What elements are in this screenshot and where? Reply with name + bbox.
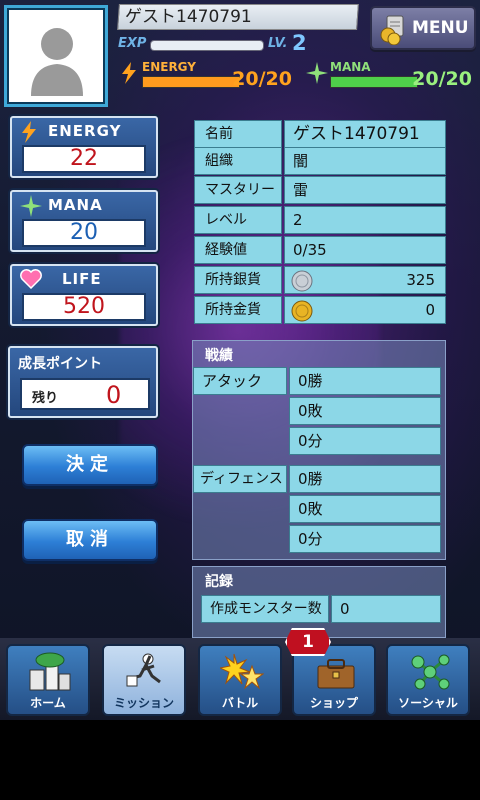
- profile-value: 雷: [284, 176, 446, 204]
- profile-value: 0/35: [284, 236, 446, 264]
- nav-battle[interactable]: バトル: [198, 644, 282, 716]
- player-name-text: ゲスト1470791: [125, 7, 252, 27]
- battle-burst-icon: [220, 653, 264, 690]
- profile-key: 名前: [194, 120, 282, 148]
- header-mana-label: MANA: [330, 60, 371, 74]
- nav-shop-label: ショップ: [309, 696, 358, 710]
- profile-value: 闇: [284, 147, 446, 175]
- social-network-icon: [411, 654, 450, 690]
- monsters-created-label: 作成モンスター数: [201, 595, 329, 623]
- mana-star-icon: [20, 195, 42, 217]
- stat-life-label: LIFE: [62, 270, 102, 288]
- energy-bolt-icon: [22, 121, 36, 143]
- nav-mission-label: ミッション: [113, 696, 174, 710]
- mana-star-icon: [306, 62, 328, 84]
- confirm-button[interactable]: 決定: [22, 444, 158, 486]
- defense-label: ディフェンス: [193, 465, 287, 493]
- header-energy: ENERGY 20/20: [118, 60, 296, 94]
- nav-social-label: ソーシャル: [398, 696, 458, 710]
- nav-social[interactable]: ソーシャル: [386, 644, 470, 716]
- stat-mana: MANA 20: [10, 190, 158, 252]
- exp-bar: [150, 40, 264, 51]
- silver-value: 325: [406, 271, 435, 289]
- record-section: 記録 作成モンスター数 0: [192, 566, 446, 638]
- nav-battle-label: バトル: [221, 696, 259, 710]
- stat-mana-label: MANA: [48, 196, 103, 214]
- profile-value-box: 325: [284, 266, 446, 294]
- exp-label: EXP: [118, 36, 147, 51]
- gold-coin-icon: [291, 300, 313, 322]
- profile-key: 組織: [194, 147, 282, 175]
- stat-life-value[interactable]: 520: [22, 293, 146, 321]
- exp-bar-fill: [151, 41, 263, 50]
- profile-key: レベル: [194, 206, 282, 234]
- growth-remaining-label: 残り: [32, 391, 59, 406]
- profile-key: 所持金貨: [194, 296, 282, 324]
- defense-losses: 0敗: [289, 495, 441, 523]
- level-label: LV.: [268, 36, 288, 51]
- profile-value: 2: [284, 206, 446, 234]
- growth-points-label: 成長ポイント: [18, 356, 102, 372]
- stat-energy-value[interactable]: 22: [22, 145, 146, 173]
- profile-key: マスタリー: [194, 176, 282, 204]
- menu-coins-icon: [380, 15, 404, 45]
- player-name: ゲスト1470791: [117, 4, 359, 30]
- nav-home[interactable]: ホーム: [6, 644, 90, 716]
- header-mana: MANA 20/20: [304, 60, 476, 94]
- attack-draws: 0分: [289, 427, 441, 455]
- level-value: 2: [292, 31, 307, 55]
- shop-chest-icon: [317, 659, 355, 689]
- header-energy-value: 20/20: [232, 68, 292, 90]
- attack-wins: 0勝: [289, 367, 441, 395]
- attack-label: アタック: [193, 367, 287, 395]
- gold-value: 0: [425, 301, 435, 319]
- header-energy-label: ENERGY: [142, 60, 196, 74]
- home-town-icon: [29, 652, 71, 691]
- header-mana-bar: [330, 76, 418, 88]
- screen: ゲスト1470791 EXP LV. 2 MENU ENERGY 20/20 M…: [0, 0, 480, 720]
- bottom-nav: ホーム ミッション バトル ショップ ソーシャル: [0, 638, 480, 720]
- silver-coin-icon: [291, 270, 313, 292]
- avatar-silhouette-icon: [31, 28, 83, 96]
- growth-points: 成長ポイント 残り 0: [8, 346, 158, 418]
- stat-energy: ENERGY 22: [10, 116, 158, 178]
- record-title: 記録: [205, 574, 233, 590]
- attack-losses: 0敗: [289, 397, 441, 425]
- cancel-button[interactable]: 取消: [22, 519, 158, 561]
- growth-remaining-value: 0: [106, 381, 122, 409]
- stat-mana-value[interactable]: 20: [22, 219, 146, 247]
- header-mana-value: 20/20: [412, 68, 472, 90]
- menu-label: MENU: [412, 18, 469, 38]
- profile-value: ゲスト1470791: [284, 120, 446, 148]
- profile-value-box: 0: [284, 296, 446, 324]
- monsters-created-value: 0: [331, 595, 441, 623]
- mission-runner-icon: [126, 653, 161, 687]
- growth-points-box: 残り 0: [20, 378, 150, 410]
- life-heart-icon: [20, 269, 42, 289]
- menu-button[interactable]: MENU: [370, 6, 476, 50]
- battle-record-section: 戦績 アタック 0勝 0敗 0分 ディフェンス 0勝 0敗 0分: [192, 340, 446, 560]
- stat-energy-label: ENERGY: [48, 122, 122, 140]
- energy-bolt-icon: [122, 62, 136, 84]
- avatar[interactable]: [4, 5, 108, 107]
- stat-life: LIFE 520: [10, 264, 158, 326]
- profile-key: 経験値: [194, 236, 282, 264]
- nav-home-label: ホーム: [30, 696, 66, 710]
- header-energy-bar: [142, 76, 240, 88]
- defense-draws: 0分: [289, 525, 441, 553]
- notification-badge: 1: [285, 628, 331, 656]
- profile-key: 所持銀貨: [194, 266, 282, 294]
- defense-wins: 0勝: [289, 465, 441, 493]
- battle-record-title: 戦績: [205, 348, 233, 364]
- nav-mission[interactable]: ミッション: [102, 644, 186, 716]
